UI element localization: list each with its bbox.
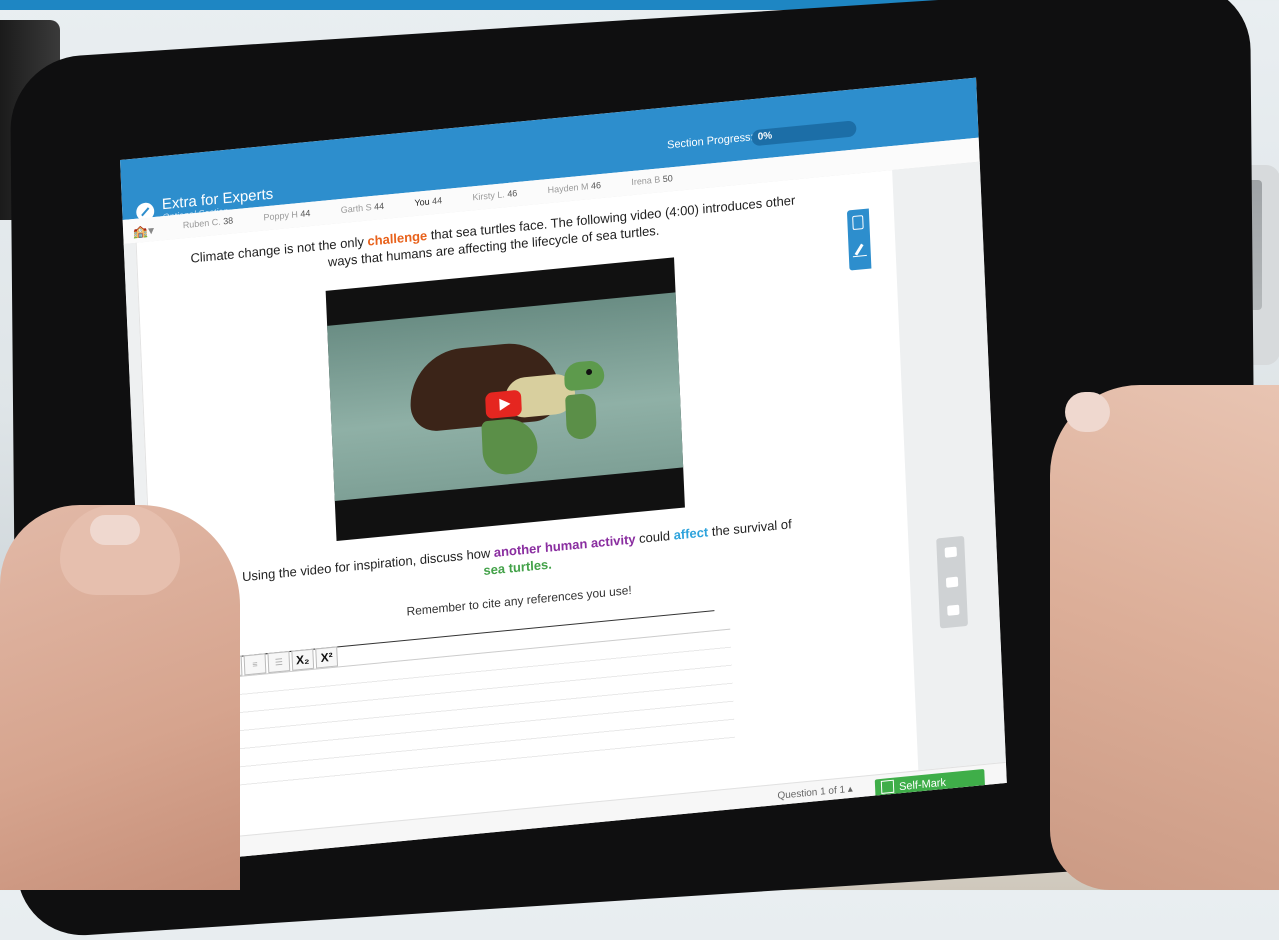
tablet-screen: Section Progress: 0% Extra for Experts O… [120, 77, 1007, 866]
section-progress-bar: 0% [751, 120, 857, 147]
keyword-affect: affect [673, 524, 709, 543]
progress-label: Section Progress: [666, 131, 754, 152]
subscript-button[interactable]: X₂ [291, 648, 315, 671]
checkbox-icon [880, 779, 895, 794]
video-player[interactable] [325, 257, 685, 541]
turtle-flipper [481, 416, 539, 477]
turtle-head [563, 359, 605, 392]
progress-value: 0% [757, 130, 773, 143]
school-icon[interactable]: 🏫▾ [133, 223, 154, 239]
right-thumbnail [1065, 392, 1110, 432]
superscript-button[interactable]: X² [315, 646, 339, 669]
ordered-list-icon[interactable]: ≡ [243, 653, 267, 676]
thumbs-down-icon[interactable] [945, 576, 959, 588]
signature-icon[interactable] [852, 243, 867, 258]
turtle-front-flipper [565, 392, 597, 441]
tablet: Section Progress: 0% Extra for Experts O… [0, 0, 1279, 940]
thumbs-up-icon[interactable] [944, 546, 957, 558]
video-thumbnail [327, 292, 684, 501]
feedback-toolbar [936, 535, 968, 629]
comment-icon[interactable] [947, 604, 960, 616]
play-icon[interactable] [485, 389, 522, 420]
left-thumbnail [90, 515, 140, 545]
calculator-icon[interactable] [852, 215, 864, 231]
right-hand [1050, 385, 1279, 890]
side-toolbar [846, 208, 872, 271]
unordered-list-icon[interactable]: ☰ [267, 651, 291, 674]
